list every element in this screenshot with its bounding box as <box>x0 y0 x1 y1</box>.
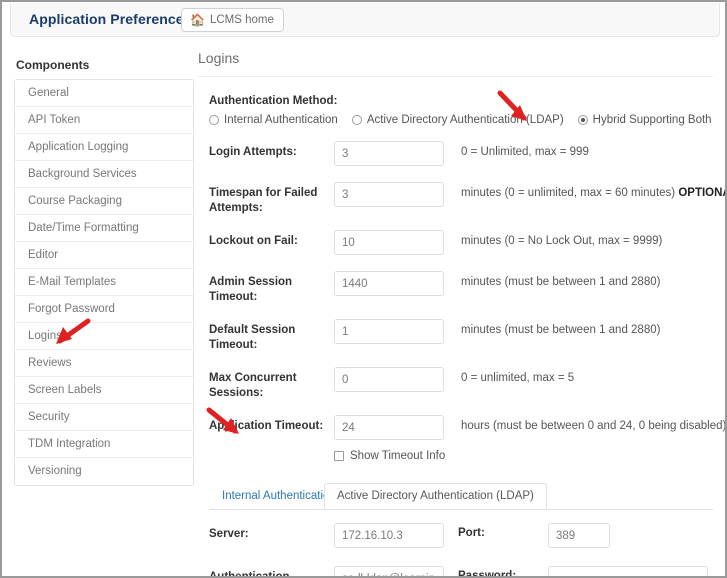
sidebar-item-date-time-formatting[interactable]: Date/Time Formatting <box>15 215 193 242</box>
radio-active-directory-authentication[interactable]: Active Directory Authentication (LDAP) <box>351 114 564 126</box>
lcms-home-button[interactable]: 🏠 LCMS home <box>181 8 284 32</box>
show-timeout-info-checkbox[interactable]: Show Timeout Info <box>334 450 445 462</box>
sidebar-item-email-templates[interactable]: E-Mail Templates <box>15 269 193 296</box>
field-hint-text: minutes (0 = unlimited, max = 60 minutes… <box>461 187 676 199</box>
section-heading: Logins <box>198 50 713 77</box>
login-attempts-input[interactable] <box>334 141 444 166</box>
lockout-on-fail-input[interactable] <box>334 230 444 255</box>
top-navbar: Application Preferences 🏠 LCMS home <box>10 3 720 37</box>
lcms-home-button-label: LCMS home <box>209 14 274 26</box>
default-session-timeout-input[interactable] <box>334 319 444 344</box>
radio-label: Internal Authentication <box>224 114 338 126</box>
sidebar-item-label: General <box>28 87 69 99</box>
field-label: Admin Session Timeout: <box>209 276 293 303</box>
sidebar-item-label: Application Logging <box>28 141 129 153</box>
timespan-failed-attempts-input[interactable] <box>334 182 444 207</box>
field-label: Login Attempts: <box>209 146 297 158</box>
form-row-application-timeout: Application Timeout: hours (must be betw… <box>198 415 725 446</box>
sidebar-item-label: Editor <box>28 249 59 261</box>
field-hint: minutes (must be between 1 and 2880) <box>461 276 661 288</box>
components-sidebar: Components General API Token Application… <box>14 58 194 486</box>
sidebar-item-label: Forgot Password <box>28 303 115 315</box>
sidebar-item-label: Logins <box>28 330 62 342</box>
field-label: Max Concurrent Sessions: <box>209 372 297 399</box>
field-label: Default Session Timeout: <box>209 324 296 351</box>
sidebar-item-screen-labels[interactable]: Screen Labels <box>15 377 193 404</box>
sidebar-item-api-token[interactable]: API Token <box>15 107 193 134</box>
radio-label: Active Directory Authentication (LDAP) <box>366 114 564 126</box>
authentication-username-input[interactable] <box>334 566 444 576</box>
form-row-timespan-failed-attempts: Timespan for Failed Attempts: minutes (0… <box>198 182 725 220</box>
radio-internal-authentication[interactable]: Internal Authentication <box>209 114 338 126</box>
form-row-server-port: Server: Port: <box>198 523 713 554</box>
sidebar-item-background-services[interactable]: Background Services <box>15 161 193 188</box>
radio-button-icon <box>351 115 362 125</box>
sidebar-item-application-logging[interactable]: Application Logging <box>15 134 193 161</box>
field-hint: minutes (0 = unlimited, max = 60 minutes… <box>461 187 725 199</box>
form-row-admin-session-timeout: Admin Session Timeout: minutes (must be … <box>198 271 713 309</box>
page-title: Application Preferences <box>29 11 192 27</box>
server-label: Server: <box>209 528 249 540</box>
main-settings-panel: Logins Authentication Method: Internal A… <box>198 50 725 578</box>
radio-button-selected-icon <box>577 115 588 125</box>
password-label: Password: <box>458 570 517 578</box>
application-timeout-input[interactable] <box>334 415 444 440</box>
sidebar-item-label: Background Services <box>28 168 137 180</box>
field-hint: hours (must be between 0 and 24, 0 being… <box>461 420 727 432</box>
sidebar-item-label: Versioning <box>28 465 82 477</box>
sidebar-item-versioning[interactable]: Versioning <box>15 458 193 485</box>
sidebar-item-logins[interactable]: Logins <box>15 323 193 350</box>
sidebar-item-course-packaging[interactable]: Course Packaging <box>15 188 193 215</box>
form-row-show-timeout-info: Show Timeout Info <box>198 448 713 470</box>
radio-hybrid-supporting-both[interactable]: Hybrid Supporting Both <box>577 114 712 126</box>
sidebar-item-tdm-integration[interactable]: TDM Integration <box>15 431 193 458</box>
port-input[interactable] <box>548 523 610 548</box>
sidebar-item-forgot-password[interactable]: Forgot Password <box>15 296 193 323</box>
field-label: Lockout on Fail: <box>209 235 298 247</box>
admin-session-timeout-input[interactable] <box>334 271 444 296</box>
form-row-max-concurrent-sessions: Max Concurrent Sessions: 0 = unlimited, … <box>198 367 713 405</box>
checkbox-icon <box>334 451 344 461</box>
sidebar-item-reviews[interactable]: Reviews <box>15 350 193 377</box>
tab-active-directory-authentication[interactable]: Active Directory Authentication (LDAP) <box>324 483 547 509</box>
authentication-method-label: Authentication Method: <box>209 95 338 107</box>
sidebar-item-label: TDM Integration <box>28 438 111 450</box>
authentication-method-radio-group: Internal Authentication Active Directory… <box>198 114 713 126</box>
show-timeout-info-label: Show Timeout Info <box>350 450 446 462</box>
authentication-username-label: Authentication Username: <box>209 571 290 578</box>
field-hint: 0 = Unlimited, max = 999 <box>461 146 589 158</box>
authentication-tabs: Internal Authentication Active Directory… <box>209 483 713 510</box>
home-icon: 🏠 <box>190 13 205 27</box>
radio-label: Hybrid Supporting Both <box>592 114 712 126</box>
sidebar-item-security[interactable]: Security <box>15 404 193 431</box>
sidebar-item-editor[interactable]: Editor <box>15 242 193 269</box>
field-hint: minutes (must be between 1 and 2880) <box>461 324 661 336</box>
form-row-login-attempts: Login Attempts: 0 = Unlimited, max = 999 <box>198 141 713 172</box>
sidebar-item-label: API Token <box>28 114 81 126</box>
field-label: Application Timeout: <box>209 420 324 432</box>
field-label: Timespan for Failed Attempts: <box>209 187 318 214</box>
password-input[interactable] <box>548 566 708 576</box>
form-row-lockout-on-fail: Lockout on Fail: minutes (0 = No Lock Ou… <box>198 230 713 261</box>
sidebar-item-label: Reviews <box>28 357 72 369</box>
sidebar-item-label: Screen Labels <box>28 384 102 396</box>
form-row-default-session-timeout: Default Session Timeout: minutes (must b… <box>198 319 713 357</box>
port-label: Port: <box>458 527 485 539</box>
field-hint: minutes (0 = No Lock Out, max = 9999) <box>461 235 663 247</box>
ldap-settings-panel: Server: Port: Authentication Username: P… <box>198 523 713 578</box>
sidebar-item-label: Security <box>28 411 70 423</box>
sidebar-item-label: Course Packaging <box>28 195 122 207</box>
field-hint-optional-badge: OPTIONAL <box>678 187 725 199</box>
field-hint: 0 = unlimited, max = 5 <box>461 372 575 384</box>
form-row-username-password: Authentication Username: Password: <box>198 566 713 578</box>
sidebar-item-general[interactable]: General <box>15 80 193 107</box>
max-concurrent-sessions-input[interactable] <box>334 367 444 392</box>
browser-content-frame: Application Preferences 🏠 LCMS home Comp… <box>0 0 727 578</box>
components-list: General API Token Application Logging Ba… <box>14 79 194 486</box>
server-input[interactable] <box>334 523 444 548</box>
sidebar-item-label: E-Mail Templates <box>28 276 116 288</box>
components-heading: Components <box>16 58 90 72</box>
sidebar-item-label: Date/Time Formatting <box>28 222 139 234</box>
radio-button-icon <box>209 115 219 125</box>
